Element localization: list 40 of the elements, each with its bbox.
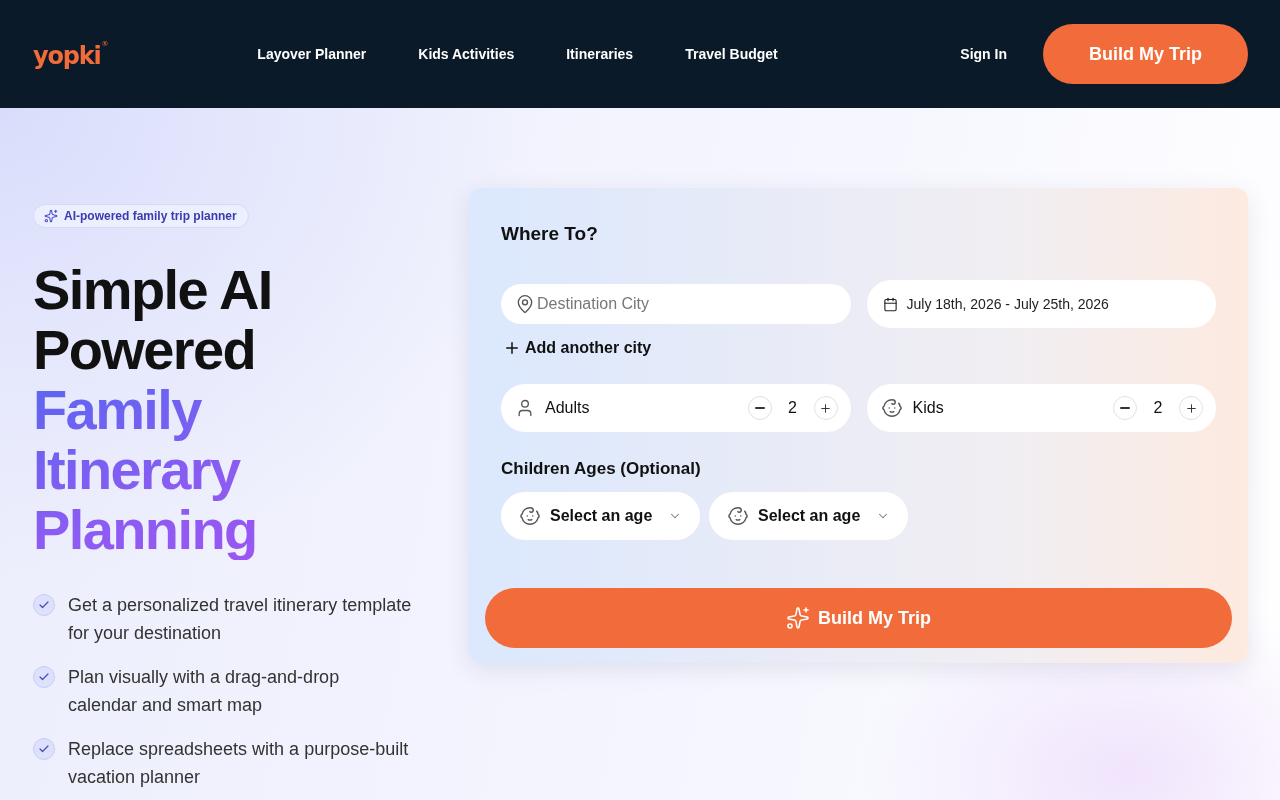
check-icon — [33, 738, 55, 760]
nav-link[interactable]: Itineraries — [566, 46, 634, 62]
form-title: Where To? — [501, 222, 599, 246]
section-label: Children Ages (Optional) — [501, 459, 702, 479]
age-select[interactable]: Select an age — [709, 492, 908, 540]
decrease-button[interactable] — [1113, 396, 1137, 420]
logo[interactable]: yopki$^{®}$ — [33, 40, 108, 72]
destination-input[interactable]: Destination City — [501, 284, 851, 324]
sparkles-icon — [44, 209, 58, 223]
traveler-label: Kids — [912, 399, 945, 417]
feature-text: Replace spreadsheets with a purpose-built vacation planner — [68, 738, 410, 789]
traveler-label: Adults — [545, 399, 591, 417]
baby-face-icon — [880, 397, 903, 419]
decrease-button[interactable] — [747, 396, 772, 420]
date-range-field[interactable]: July 18th, 2026 - July 25th, 2026 — [866, 280, 1216, 328]
sign-in-link[interactable]: Sign In — [960, 46, 1007, 62]
increase-button[interactable] — [813, 396, 838, 420]
age-select[interactable]: Select an age — [501, 492, 700, 540]
plus-icon — [819, 401, 832, 415]
increase-button[interactable] — [1179, 396, 1203, 420]
count-value: 2 — [1152, 399, 1164, 417]
sparkles-icon — [786, 606, 810, 630]
nav-link[interactable]: Layover Planner — [257, 46, 367, 62]
count-value: 2 — [787, 399, 798, 417]
baby-face-icon — [727, 505, 749, 527]
check-icon — [33, 594, 55, 616]
calendar-icon — [882, 296, 898, 312]
nav-link[interactable]: Kids Activities — [418, 46, 515, 62]
add-city-button[interactable]: Add another city — [501, 336, 652, 360]
badge-text: AI-powered family trip planner — [64, 209, 237, 223]
nav-link[interactable]: Travel Budget — [685, 46, 778, 62]
minus-icon — [754, 407, 765, 409]
check-icon — [33, 666, 55, 688]
plus-icon — [1184, 401, 1198, 415]
baby-face-icon — [519, 505, 541, 527]
plus-icon — [503, 339, 521, 357]
feature-text: Plan visually with a drag-and-drop calendar and smart map — [68, 666, 341, 717]
minus-icon — [1120, 407, 1130, 409]
map-pin-icon — [515, 294, 535, 314]
feature-text: Get a personalized travel itinerary template for your destination — [68, 594, 412, 645]
